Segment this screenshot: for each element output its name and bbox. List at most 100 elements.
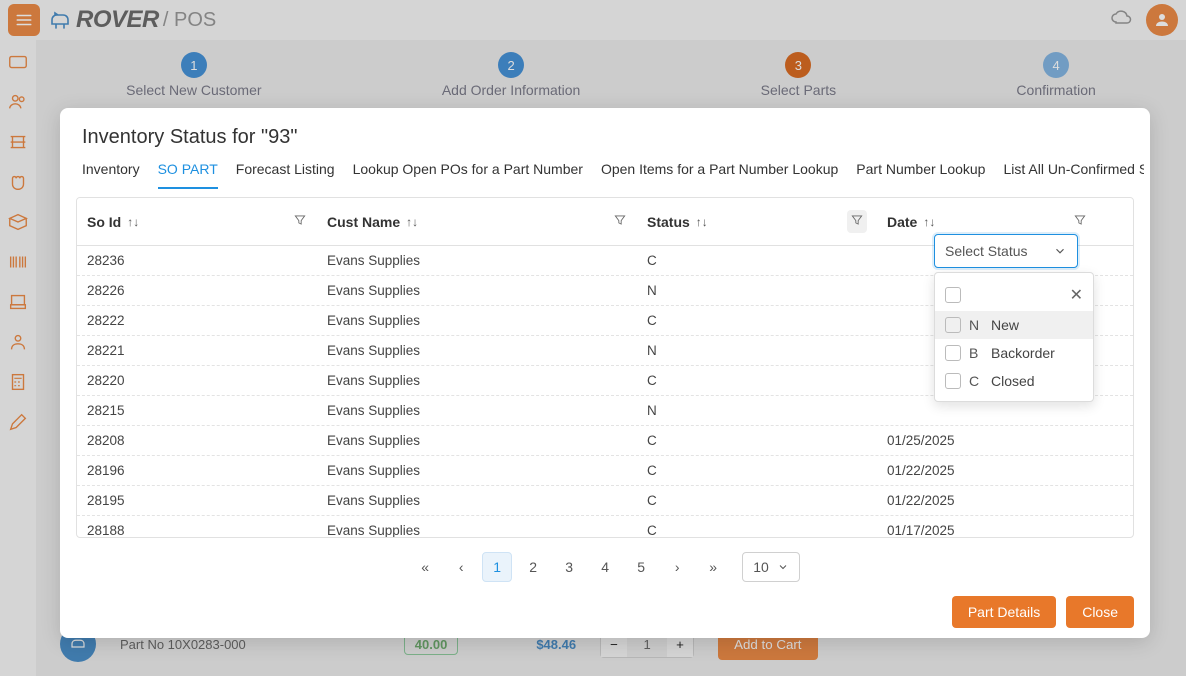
status-label: New [991,317,1019,333]
cell-cust: Evans Supplies [317,336,637,365]
step-label: Select Parts [761,82,836,98]
checkbox-icon[interactable] [945,287,961,303]
column-header-custname[interactable]: Cust Name ↑↓ [317,198,637,245]
sort-icon[interactable]: ↑↓ [406,215,418,229]
step-number: 3 [785,52,811,78]
step[interactable]: 1Select New Customer [126,52,261,98]
cloud-sync-icon[interactable] [1110,6,1134,35]
cell-status: C [637,246,877,275]
status-filter-dropdown: Select Status ✕ NNewBBackorderCClosed [934,234,1078,268]
sort-icon[interactable]: ↑↓ [696,215,708,229]
cell-cust: Evans Supplies [317,306,637,335]
tab-open-items-for-a-part-number-lookup[interactable]: Open Items for a Part Number Lookup [601,161,838,189]
page-last-icon[interactable]: » [698,552,728,582]
cell-date: 01/22/2025 [877,486,1097,515]
step[interactable]: 2Add Order Information [442,52,581,98]
page-number[interactable]: 5 [626,552,656,582]
cell-soid: 28195 [77,486,317,515]
cell-cust: Evans Supplies [317,396,637,425]
qty-value: 1 [627,637,667,652]
page-number[interactable]: 2 [518,552,548,582]
tab-lookup-open-pos-for-a-part-number[interactable]: Lookup Open POs for a Part Number [353,161,583,189]
sidebar-item-calculator-icon[interactable] [4,368,32,396]
tab-inventory[interactable]: Inventory [82,161,140,189]
chevron-down-icon [1053,244,1067,258]
page-size-select[interactable]: 10 [742,552,800,582]
table-row[interactable]: 28196Evans SuppliesC01/22/2025 [77,456,1133,486]
page-next-icon[interactable]: › [662,552,692,582]
cell-cust: Evans Supplies [317,486,637,515]
cell-status: C [637,306,877,335]
step[interactable]: 4 Confirmation [1016,52,1095,98]
page-first-icon[interactable]: « [410,552,440,582]
sidebar-item-pencil-icon[interactable] [4,408,32,436]
pagination: « ‹ 12345 › » 10 [66,538,1144,590]
cell-soid: 28226 [77,276,317,305]
status-option-n[interactable]: NNew [935,311,1093,339]
filter-icon[interactable] [847,210,867,233]
status-select-input[interactable]: Select Status [934,234,1078,268]
cell-cust: Evans Supplies [317,276,637,305]
tab-forecast-listing[interactable]: Forecast Listing [236,161,335,189]
table-row[interactable]: 28195Evans SuppliesC01/22/2025 [77,486,1133,516]
table-row[interactable]: 28188Evans SuppliesC01/17/2025 [77,516,1133,538]
cell-soid: 28196 [77,456,317,485]
sidebar-item-hand-icon[interactable] [4,168,32,196]
step[interactable]: 3 Select Parts [761,52,836,98]
tab-so-part[interactable]: SO PART [158,161,218,189]
sidebar-item-card-icon[interactable] [4,48,32,76]
filter-icon[interactable] [613,213,627,230]
sidebar-item-shelf-icon[interactable] [4,128,32,156]
cell-status: C [637,366,877,395]
user-avatar[interactable] [1146,4,1178,36]
cell-status: C [637,516,877,538]
cell-status: N [637,276,877,305]
sort-icon[interactable]: ↑↓ [923,215,935,229]
cell-soid: 28220 [77,366,317,395]
status-select-all[interactable]: ✕ [935,279,1093,311]
table-row[interactable]: 28208Evans SuppliesC01/25/2025 [77,426,1133,456]
sidebar-item-people-icon[interactable] [4,88,32,116]
page-number[interactable]: 4 [590,552,620,582]
hamburger-menu[interactable] [8,4,40,36]
sidebar-item-register-icon[interactable] [4,288,32,316]
sidebar-item-box-icon[interactable] [4,208,32,236]
sidebar-item-barcode-icon[interactable] [4,248,32,276]
status-code: C [969,373,983,389]
topbar: ROVER / POS [0,0,1186,40]
cell-date: 01/22/2025 [877,456,1097,485]
page-number[interactable]: 3 [554,552,584,582]
close-icon[interactable]: ✕ [1070,285,1083,305]
status-option-b[interactable]: BBackorder [935,339,1093,367]
step-number: 4 [1043,52,1069,78]
filter-icon[interactable] [1073,213,1087,230]
cell-status: C [637,426,877,455]
cell-soid: 28221 [77,336,317,365]
step-label: Add Order Information [442,82,581,98]
page-prev-icon[interactable]: ‹ [446,552,476,582]
sidebar-item-worker-icon[interactable] [4,328,32,356]
brand-section: / POS [163,9,216,32]
checkbox-icon[interactable] [945,317,961,333]
cell-soid: 28215 [77,396,317,425]
step-label: Confirmation [1016,82,1095,98]
column-header-status[interactable]: Status ↑↓ [637,198,877,245]
part-details-button[interactable]: Part Details [952,596,1056,628]
chevron-down-icon [777,561,789,573]
tab-part-number-lookup[interactable]: Part Number Lookup [856,161,985,189]
checkbox-icon[interactable] [945,373,961,389]
modal-title: Inventory Status for "93" [66,126,1144,161]
tab-list-all-un-confirmed-s[interactable]: List All Un-Confirmed S [1003,161,1144,189]
step-label: Select New Customer [126,82,261,98]
price-blue: $48.46 [536,637,576,652]
column-header-soid[interactable]: So Id ↑↓ [77,198,317,245]
sort-icon[interactable]: ↑↓ [127,215,139,229]
page-number[interactable]: 1 [482,552,512,582]
cell-soid: 28188 [77,516,317,538]
checkbox-icon[interactable] [945,345,961,361]
cell-cust: Evans Supplies [317,366,637,395]
filter-icon[interactable] [293,213,307,230]
close-button[interactable]: Close [1066,596,1134,628]
modal-tabs: Inventory SO PART Forecast Listing Lookup O… [66,161,1144,189]
status-option-c[interactable]: CClosed [935,367,1093,395]
